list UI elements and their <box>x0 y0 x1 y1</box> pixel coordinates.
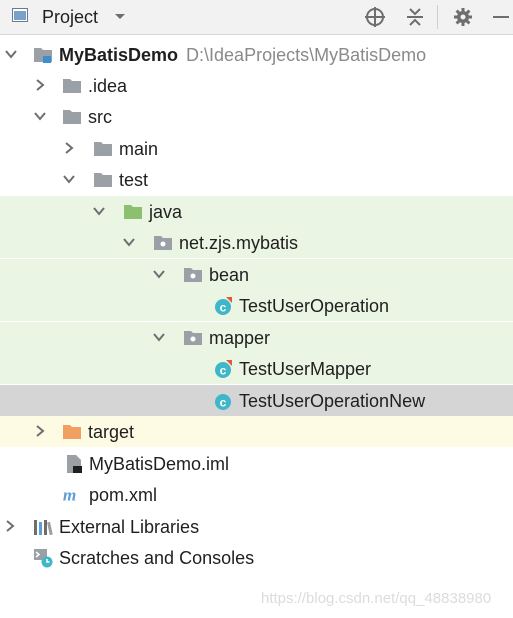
package-icon <box>154 236 172 250</box>
tree-node-java[interactable]: java <box>0 196 513 227</box>
idea-name: idea <box>93 76 128 96</box>
tree-label: Scratches and Consoles <box>59 548 255 568</box>
module-folder-icon <box>34 48 52 63</box>
tree-label: bean <box>209 265 250 285</box>
java-class-icon: c <box>215 360 232 378</box>
tree-node-external-libraries[interactable]: External Libraries <box>0 511 513 542</box>
folder-icon <box>63 79 81 93</box>
minimize-icon[interactable] <box>489 5 513 29</box>
iml-file-icon <box>67 455 82 473</box>
tree-label: External Libraries <box>59 517 200 537</box>
tree-label: main <box>119 139 159 159</box>
tree-node-mapper[interactable]: mapper <box>0 322 513 353</box>
folder-icon <box>94 142 112 156</box>
tree-node-package[interactable]: net.zjs.mybatis <box>0 227 513 258</box>
tree-node-scratches[interactable]: Scratches and Consoles <box>0 542 513 573</box>
java-class-icon: c <box>215 394 231 410</box>
chevron-right-icon[interactable] <box>33 78 47 92</box>
tree-label: .idea <box>88 75 127 97</box>
tree-label: target <box>88 422 135 442</box>
tree-label: TestUserMapper <box>239 359 372 379</box>
tree-node-test-user-operation-new[interactable]: c TestUserOperationNew <box>0 385 513 416</box>
tree-label: TestUserOperation <box>239 296 390 316</box>
gear-icon[interactable] <box>451 5 475 29</box>
chevron-down-icon[interactable] <box>152 330 166 344</box>
tree-label: pom.xml <box>89 485 158 505</box>
tree-node-bean[interactable]: bean <box>0 259 513 290</box>
svg-text:c: c <box>220 301 227 315</box>
watermark-text: https://blog.csdn.net/qq_48838980 <box>261 590 492 607</box>
test-source-folder-icon <box>124 205 142 219</box>
tree-node-test-user-operation[interactable]: c TestUserOperation <box>0 290 513 321</box>
chevron-down-icon[interactable] <box>152 267 166 281</box>
tree-node-iml[interactable]: MyBatisDemo.iml <box>0 448 513 479</box>
chevron-down-icon[interactable] <box>122 235 136 249</box>
svg-text:m: m <box>63 485 76 504</box>
excluded-folder-icon <box>63 425 81 439</box>
tree-node-main[interactable]: main <box>0 133 513 164</box>
chevron-down-icon[interactable] <box>114 13 126 21</box>
project-window-icon <box>12 8 28 22</box>
tree-label: test <box>119 170 149 190</box>
chevron-down-icon[interactable] <box>92 204 106 218</box>
maven-icon: m <box>63 485 76 504</box>
svg-text:c: c <box>220 364 227 378</box>
chevron-right-icon[interactable] <box>3 519 17 533</box>
package-icon <box>184 331 202 345</box>
tree-label: MyBatisDemo.iml <box>89 454 230 474</box>
java-class-icon: c <box>215 297 232 315</box>
toolbar-divider <box>437 5 438 29</box>
project-view-title[interactable]: Project <box>42 6 98 28</box>
tree-node-src[interactable]: src <box>0 101 513 132</box>
chevron-down-icon[interactable] <box>62 172 76 186</box>
chevron-right-icon[interactable] <box>62 141 76 155</box>
tree-label: net.zjs.mybatis <box>179 233 299 253</box>
tree-label: TestUserOperationNew <box>239 391 426 411</box>
library-icon <box>34 520 53 536</box>
folder-icon <box>94 173 112 187</box>
collapse-all-icon[interactable] <box>403 5 427 29</box>
chevron-down-icon[interactable] <box>4 47 18 61</box>
package-icon <box>184 268 202 282</box>
tree-label: src <box>88 107 112 127</box>
scratches-icon <box>34 549 53 568</box>
tree-node-project-root[interactable]: MyBatisDemo D:\IdeaProjects\MyBatisDemo <box>0 39 513 70</box>
chevron-down-icon[interactable] <box>33 109 47 123</box>
tree-label: java <box>149 202 183 222</box>
project-path: D:\IdeaProjects\MyBatisDemo <box>186 45 427 65</box>
chevron-right-icon[interactable] <box>33 424 47 438</box>
tree-node-test[interactable]: test <box>0 164 513 195</box>
tree-label: mapper <box>209 328 271 348</box>
project-name: MyBatisDemo <box>59 45 179 65</box>
project-toolbar: Project <box>0 0 513 35</box>
svg-text:c: c <box>220 396 227 410</box>
tree-node-test-user-mapper[interactable]: c TestUserMapper <box>0 353 513 384</box>
locate-icon[interactable] <box>363 5 387 29</box>
tree-node-pom[interactable]: m pom.xml <box>0 479 513 510</box>
tree-node-target[interactable]: target <box>0 416 513 447</box>
folder-icon <box>63 110 81 124</box>
tree-node-idea[interactable]: .idea <box>0 70 513 101</box>
